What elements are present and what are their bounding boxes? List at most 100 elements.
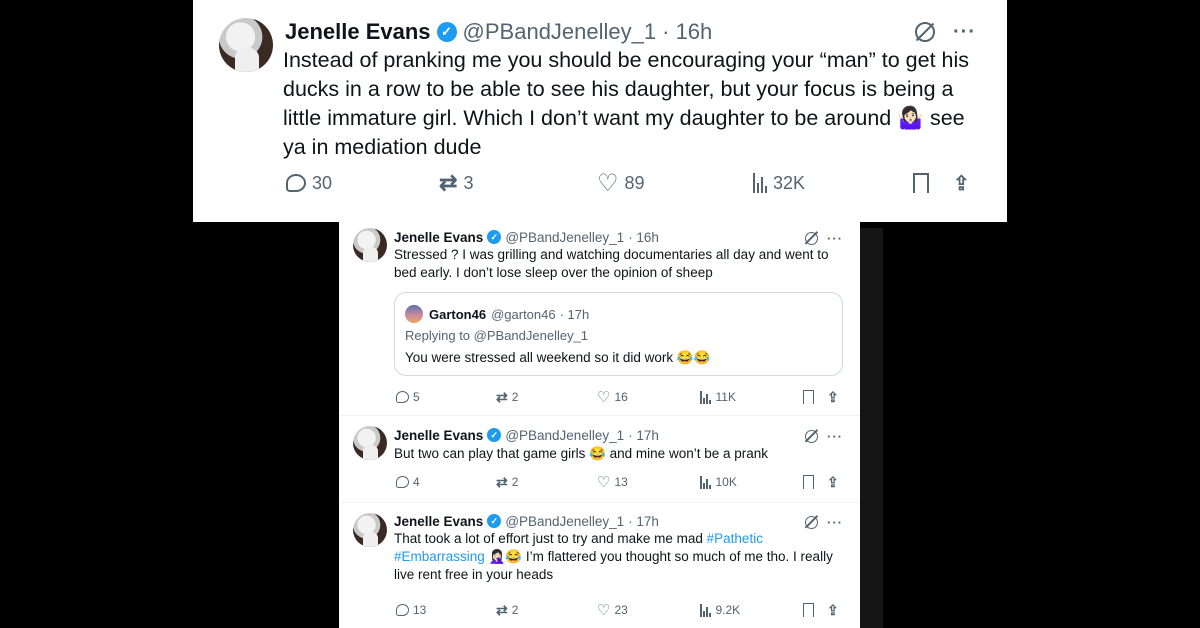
- tweet-header: Jenelle Evans ✓ @PBandJenelley_1 · 16h: [394, 228, 659, 246]
- retweet-count: 2: [511, 390, 519, 404]
- share-button[interactable]: ⇪: [827, 389, 839, 406]
- retweet-icon: ⇄: [496, 388, 508, 405]
- verified-badge-icon: ✓: [436, 22, 457, 42]
- reply-icon: [396, 391, 409, 403]
- more-icon[interactable]: ···: [827, 231, 843, 246]
- bookmark-icon: [803, 475, 814, 489]
- views-button[interactable]: 32K: [753, 173, 805, 194]
- tweet-actions: 4 ⇄ 2 ♡ 13 10K ⇪: [394, 473, 844, 491]
- quoted-replying-to[interactable]: Replying to @PBandJenelley_1: [405, 327, 588, 345]
- quoted-author-handle[interactable]: @garton46: [491, 307, 556, 322]
- retweet-icon: ⇄: [496, 473, 508, 490]
- author-handle[interactable]: @PBandJenelley_1: [463, 19, 657, 45]
- retweet-icon: ⇄: [496, 601, 508, 618]
- share-button[interactable]: ⇪: [827, 474, 839, 491]
- reply-icon: [396, 604, 409, 616]
- bookmark-button[interactable]: [803, 390, 814, 404]
- like-count: 13: [614, 475, 628, 489]
- verified-badge-icon: ✓: [487, 428, 502, 442]
- main-tweet-card[interactable]: Jenelle Evans ✓ @PBandJenelley_1 · 16h ·…: [193, 0, 1007, 222]
- author-name[interactable]: Jenelle Evans: [285, 19, 431, 45]
- retweet-icon: ⇄: [439, 170, 458, 195]
- retweet-button[interactable]: ⇄ 3: [439, 170, 473, 196]
- share-button[interactable]: ⇪: [827, 602, 839, 619]
- author-name[interactable]: Jenelle Evans: [394, 514, 483, 529]
- quoted-tweet-time[interactable]: · 17h: [560, 307, 590, 322]
- views-count: 10K: [715, 475, 737, 489]
- reply-button[interactable]: 13: [396, 603, 426, 617]
- grok-icon[interactable]: [805, 231, 818, 245]
- tweet-time[interactable]: · 17h: [628, 428, 659, 443]
- reply-tweet[interactable]: Jenelle Evans ✓ @PBandJenelley_1 · 17h ·…: [339, 503, 860, 628]
- author-handle[interactable]: @PBandJenelley_1: [505, 230, 624, 245]
- quoted-header: Garton46 @garton46 · 17h: [429, 305, 589, 323]
- like-button[interactable]: ♡ 13: [597, 473, 628, 491]
- verified-badge-icon: ✓: [487, 514, 502, 528]
- author-name[interactable]: Jenelle Evans: [394, 230, 483, 245]
- avatar[interactable]: [353, 513, 387, 547]
- tweet-text-before: That took a lot of effort just to try an…: [394, 531, 707, 546]
- reply-tweet[interactable]: Jenelle Evans ✓ @PBandJenelley_1 · 16h ·…: [339, 216, 860, 416]
- quoted-author-name[interactable]: Garton46: [429, 307, 486, 322]
- tweet-top-actions: ···: [915, 20, 976, 44]
- retweet-button[interactable]: ⇄ 2: [496, 474, 518, 491]
- quoted-avatar[interactable]: [405, 305, 423, 323]
- tweet-time[interactable]: · 16h: [662, 19, 712, 45]
- grok-icon[interactable]: [805, 515, 818, 529]
- more-icon[interactable]: ···: [953, 21, 976, 44]
- views-count: 32K: [773, 172, 806, 193]
- tweet-actions: 5 ⇄ 2 ♡ 16 11K ⇪: [394, 388, 844, 406]
- tweet-header: Jenelle Evans ✓ @PBandJenelley_1 · 16h: [285, 18, 712, 46]
- grok-icon[interactable]: [915, 22, 935, 42]
- tweet-actions: 13 ⇄ 2 ♡ 23 9.2K ⇪: [394, 601, 844, 619]
- reply-button[interactable]: 4: [396, 475, 420, 489]
- more-icon[interactable]: ···: [827, 515, 843, 530]
- retweet-button[interactable]: ⇄ 2: [496, 389, 518, 406]
- avatar[interactable]: [353, 228, 387, 262]
- avatar[interactable]: [353, 426, 387, 460]
- author-handle[interactable]: @PBandJenelley_1: [505, 514, 624, 529]
- reply-tweet[interactable]: Jenelle Evans ✓ @PBandJenelley_1 · 17h ·…: [339, 416, 860, 502]
- views-button[interactable]: 10K: [700, 475, 737, 489]
- tweet-text: Stressed ? I was grilling and watching d…: [394, 247, 829, 280]
- like-button[interactable]: ♡ 16: [597, 388, 628, 406]
- share-button[interactable]: ⇪: [953, 171, 970, 196]
- retweet-count: 2: [511, 475, 519, 489]
- hashtag-link[interactable]: #Embarrassing: [394, 549, 485, 564]
- reply-count: 30: [312, 172, 333, 193]
- like-button[interactable]: ♡ 89: [597, 169, 645, 198]
- reply-button[interactable]: 5: [396, 390, 420, 404]
- tweet-text: But two can play that game girls 😂 and m…: [394, 446, 769, 461]
- heart-icon: ♡: [597, 474, 611, 491]
- tweet-top-actions: ···: [805, 514, 843, 530]
- bookmark-icon: [803, 390, 814, 404]
- quoted-tweet[interactable]: Garton46 @garton46 · 17h Replying to @PB…: [394, 292, 843, 376]
- grok-icon[interactable]: [805, 429, 818, 443]
- bookmark-button[interactable]: [913, 173, 929, 193]
- retweet-button[interactable]: ⇄ 2: [496, 602, 518, 619]
- quoted-text: You were stressed all weekend so it did …: [405, 350, 711, 365]
- hashtag-link[interactable]: #Pathetic: [707, 531, 763, 546]
- views-icon: [753, 173, 767, 193]
- tweet-time[interactable]: · 17h: [628, 514, 659, 529]
- bookmark-icon: [913, 173, 929, 193]
- avatar[interactable]: [219, 18, 273, 72]
- heart-icon: ♡: [597, 389, 611, 406]
- reply-count: 4: [413, 475, 420, 489]
- author-handle[interactable]: @PBandJenelley_1: [505, 428, 624, 443]
- reply-button[interactable]: 30: [286, 173, 332, 194]
- views-button[interactable]: 11K: [700, 390, 736, 404]
- share-icon: ⇪: [827, 473, 839, 490]
- more-icon[interactable]: ···: [827, 429, 843, 444]
- like-button[interactable]: ♡ 23: [597, 601, 628, 619]
- tweet-time[interactable]: · 16h: [628, 230, 659, 245]
- author-name[interactable]: Jenelle Evans: [394, 428, 483, 443]
- bookmark-button[interactable]: [803, 475, 814, 489]
- bookmark-button[interactable]: [803, 603, 814, 617]
- tweet-top-actions: ···: [805, 428, 843, 444]
- share-icon: ⇪: [827, 388, 839, 405]
- verified-badge-icon: ✓: [487, 230, 502, 244]
- heart-icon: ♡: [597, 602, 611, 619]
- share-icon: ⇪: [827, 601, 839, 618]
- views-button[interactable]: 9.2K: [700, 603, 740, 617]
